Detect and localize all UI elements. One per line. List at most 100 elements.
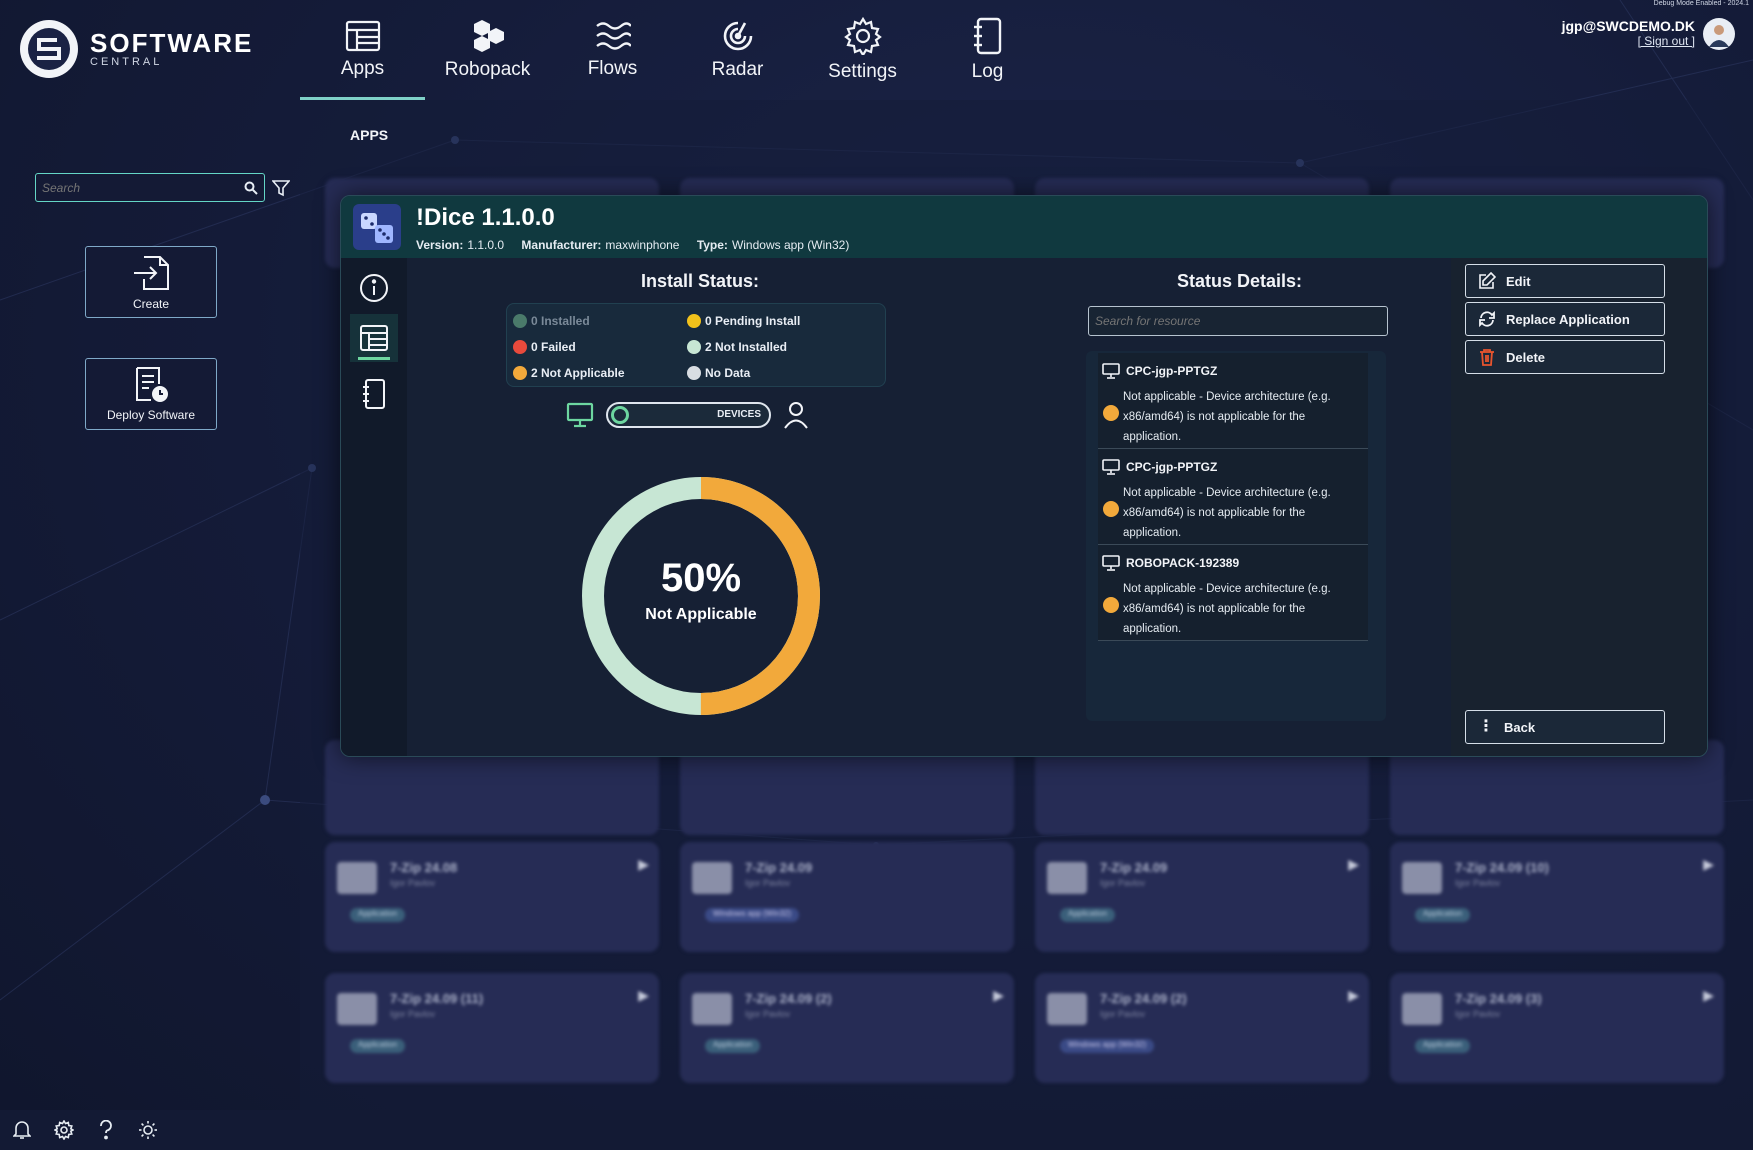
resource-header: CPC-jgp-PPTGZ xyxy=(1102,363,1217,379)
status-dot xyxy=(1103,597,1119,613)
app-tile-badge: Application xyxy=(1415,908,1471,922)
resource-item[interactable]: ROBOPACK-192389 Not applicable - Device … xyxy=(1098,545,1368,641)
app-tile-badge: Application xyxy=(350,908,406,922)
app-tile[interactable]: 7-Zip 24.09 Igor Pavlov Application ▶ xyxy=(1035,842,1369,952)
modal-header: !Dice 1.1.0.0 Version: 1.1.0.0 Manufactur… xyxy=(341,196,1707,258)
top-bar: Debug Mode Enabled - 2024.1 SOFTWARE CEN… xyxy=(0,0,1753,100)
app-tile-name: 7-Zip 24.09 (11) xyxy=(390,991,484,1006)
resource-search-box xyxy=(1088,306,1388,336)
legend-failed[interactable]: 0 Failed xyxy=(513,340,576,354)
legend-no-data[interactable]: No Data xyxy=(687,366,750,380)
user-email: jgp@SWCDEMO.DK xyxy=(1561,18,1695,34)
log-icon xyxy=(973,17,1001,55)
resource-item[interactable]: CPC-jgp-PPTGZ Not applicable - Device ar… xyxy=(1098,449,1368,545)
create-label: Create xyxy=(132,297,170,311)
create-button[interactable]: Create xyxy=(85,246,217,318)
trash-icon xyxy=(1480,349,1494,366)
donut-percent: 50% xyxy=(660,556,742,600)
help-icon[interactable] xyxy=(94,1118,118,1142)
nav-apps[interactable]: Apps xyxy=(300,0,425,100)
app-tile-manufacturer: Igor Pavlov xyxy=(745,1009,791,1019)
play-icon[interactable]: ▶ xyxy=(993,987,1004,1004)
play-icon[interactable]: ▶ xyxy=(1703,856,1714,873)
user-icon[interactable] xyxy=(783,401,809,429)
resource-name: CPC-jgp-PPTGZ xyxy=(1126,364,1218,378)
app-tile-badge: Application xyxy=(705,1039,761,1053)
delete-button[interactable]: Delete xyxy=(1465,340,1665,374)
resource-search-input[interactable] xyxy=(1095,314,1381,328)
nav-robopack[interactable]: Robopack xyxy=(425,0,550,100)
legend-installed[interactable]: 0 Installed xyxy=(513,314,590,328)
toggle-label: DEVICES xyxy=(717,409,761,420)
back-button[interactable]: ⋮ Back xyxy=(1465,710,1665,744)
version-value: 1.1.0.0 xyxy=(467,238,505,252)
play-icon[interactable]: ▶ xyxy=(638,987,649,1004)
search-icon[interactable] xyxy=(244,181,258,195)
play-icon[interactable]: ▶ xyxy=(638,856,649,873)
monitor-icon xyxy=(1102,363,1120,379)
dice-app-icon xyxy=(353,204,401,250)
app-tile-badge: Application xyxy=(1415,1039,1471,1053)
nav-settings-label: Settings xyxy=(828,61,897,82)
app-tile-name: 7-Zip 24.09 (3) xyxy=(1455,991,1542,1006)
app-tile[interactable]: 7-Zip 24.09 (3) Igor Pavlov Application … xyxy=(1390,973,1724,1083)
info-tab[interactable] xyxy=(350,264,398,312)
app-tile[interactable]: 7-Zip 24.09 (11) Igor Pavlov Application… xyxy=(325,973,659,1083)
nav-log-label: Log xyxy=(971,61,1004,82)
app-tile-name: 7-Zip 24.08 xyxy=(390,860,458,875)
app-tile[interactable]: 7-Zip 24.09 Igor Pavlov Windows app (Win… xyxy=(680,842,1014,952)
logo-title: SOFTWARE xyxy=(90,28,254,58)
app-tile-manufacturer: Igor Pavlov xyxy=(1100,878,1146,888)
nav-log[interactable]: Log xyxy=(925,0,1050,100)
app-tile[interactable]: 7-Zip 24.09 (2) Igor Pavlov Application … xyxy=(680,973,1014,1083)
legend-dot xyxy=(687,340,701,354)
legend-pending-install[interactable]: 0 Pending Install xyxy=(687,314,800,328)
app-tile-name: 7-Zip 24.09 xyxy=(1100,860,1168,875)
legend-label: 0 Installed xyxy=(531,314,590,328)
devices-toggle[interactable]: DEVICES xyxy=(606,402,771,428)
app-tile-manufacturer: Igor Pavlov xyxy=(390,1009,436,1019)
play-icon[interactable]: ▶ xyxy=(1348,856,1359,873)
app-tile[interactable]: 7-Zip 24.08 Igor Pavlov Application ▶ xyxy=(325,842,659,952)
nav-settings[interactable]: Settings xyxy=(800,0,925,100)
edit-button[interactable]: Edit xyxy=(1465,264,1665,298)
filter-icon[interactable] xyxy=(272,179,290,197)
app-search-input[interactable] xyxy=(42,180,244,195)
app-tile[interactable]: 7-Zip 24.09 (10) Igor Pavlov Application… xyxy=(1390,842,1724,952)
status-tab[interactable] xyxy=(350,314,398,362)
legend-not-applicable[interactable]: 2 Not Applicable xyxy=(513,366,625,380)
nav-radar[interactable]: Radar xyxy=(675,0,800,100)
resource-message: Not applicable - Device architecture (e.… xyxy=(1123,391,1331,443)
app-tile-icon xyxy=(1047,993,1087,1025)
replace-application-button[interactable]: Replace Application xyxy=(1465,302,1665,336)
deploy-software-button[interactable]: Deploy Software xyxy=(85,358,217,430)
donut-label: Not Applicable xyxy=(645,606,757,623)
gear-icon[interactable] xyxy=(52,1118,76,1142)
app-tile-icon xyxy=(1047,862,1087,894)
play-icon[interactable]: ▶ xyxy=(1703,987,1714,1004)
legend-label: 2 Not Installed xyxy=(705,340,788,354)
legend-dot xyxy=(513,366,527,380)
manufacturer-label: Manufacturer: xyxy=(521,238,602,252)
app-tile-name: 7-Zip 24.09 (10) xyxy=(1455,860,1549,875)
resource-item[interactable]: CPC-jgp-PPTGZ Not applicable - Device ar… xyxy=(1098,353,1368,449)
logo[interactable]: SOFTWARE CENTRAL xyxy=(20,20,253,78)
install-status-legend: 0 Installed 0 Pending Install 0 Failed 2… xyxy=(506,303,886,387)
app-tile[interactable]: 7-Zip 24.09 (2) Igor Pavlov Windows app … xyxy=(1035,973,1369,1083)
avatar[interactable] xyxy=(1703,18,1735,50)
sign-out-link[interactable]: [ Sign out ] xyxy=(1562,34,1695,48)
resource-message: Not applicable - Device architecture (e.… xyxy=(1123,487,1331,539)
bell-icon[interactable] xyxy=(10,1118,34,1142)
brightness-icon[interactable] xyxy=(136,1118,160,1142)
legend-label: 0 Failed xyxy=(531,340,576,354)
monitor-icon[interactable] xyxy=(566,402,594,428)
resource-header: CPC-jgp-PPTGZ xyxy=(1102,459,1217,475)
resource-list: CPC-jgp-PPTGZ Not applicable - Device ar… xyxy=(1098,353,1368,641)
nav-flows[interactable]: Flows xyxy=(550,0,675,100)
app-details-modal: !Dice 1.1.0.0 Version: 1.1.0.0 Manufactur… xyxy=(340,195,1708,757)
play-icon[interactable]: ▶ xyxy=(1348,987,1359,1004)
log-tab[interactable] xyxy=(350,370,398,418)
left-sidebar: Create Deploy Software xyxy=(0,100,300,1110)
page-title: APPS xyxy=(350,127,389,143)
legend-not-installed[interactable]: 2 Not Installed xyxy=(687,340,787,354)
